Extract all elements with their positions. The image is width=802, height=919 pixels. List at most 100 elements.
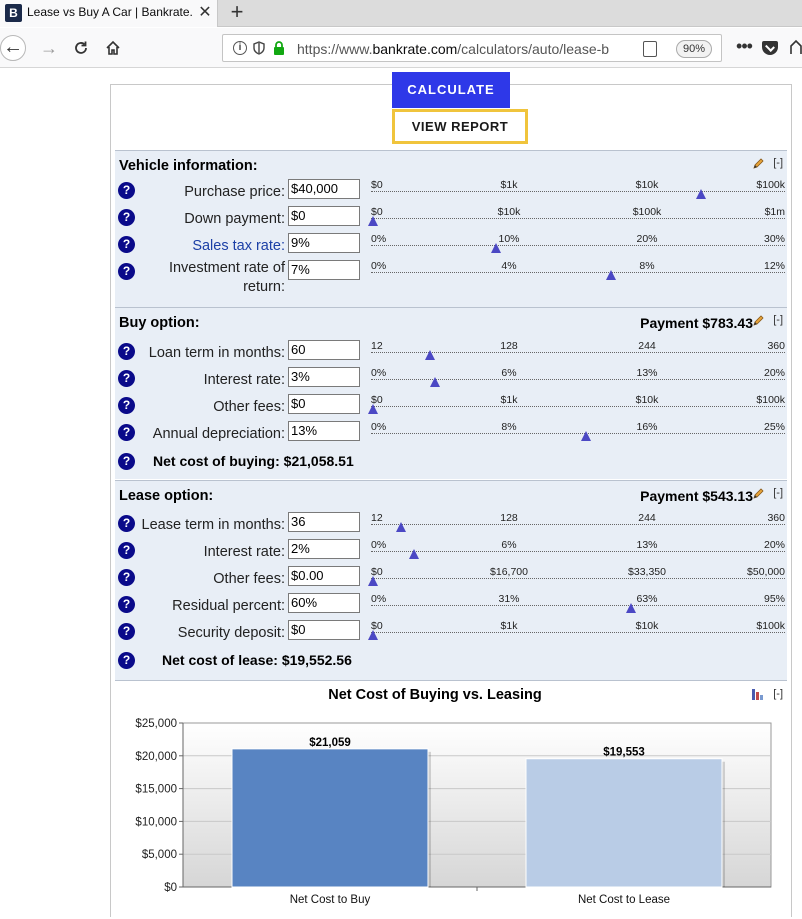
- slider-thumb[interactable]: [368, 404, 378, 414]
- range-slider[interactable]: $0 $1k $10k $100k: [371, 178, 785, 204]
- help-icon[interactable]: ?: [118, 569, 135, 586]
- help-icon[interactable]: ?: [118, 182, 135, 199]
- slider-thumb[interactable]: [429, 377, 440, 387]
- address-bar[interactable]: i https://www.bankrate.com/calculators/a…: [222, 34, 722, 62]
- range-slider[interactable]: $0 $16,700 $33,350 $50,000: [368, 565, 785, 591]
- slider-track[interactable]: [371, 433, 785, 434]
- range-slider[interactable]: $0 $1k $10k $100k: [368, 619, 785, 645]
- info-icon[interactable]: i: [233, 41, 247, 55]
- calculator-page: CALCULATE VIEW REPORT Vehicle informatio…: [110, 72, 792, 918]
- close-tab-icon[interactable]: ✕: [196, 2, 214, 24]
- slider-thumb[interactable]: [424, 350, 435, 360]
- help-icon[interactable]: ?: [118, 370, 135, 387]
- field-input[interactable]: 60: [288, 340, 360, 360]
- slider-thumb[interactable]: [605, 270, 616, 280]
- slider-track[interactable]: [371, 551, 785, 552]
- secure-lock-icon[interactable]: [273, 40, 285, 56]
- range-slider[interactable]: 0% 8% 16% 25%: [371, 420, 785, 446]
- field-label[interactable]: Sales tax rate:: [192, 238, 285, 254]
- field-input[interactable]: 13%: [288, 421, 360, 441]
- slider-track[interactable]: [371, 218, 785, 219]
- extensions-icon[interactable]: [788, 38, 802, 56]
- collapse-toggle[interactable]: [-]: [773, 688, 783, 700]
- range-slider[interactable]: 0% 31% 63% 95%: [371, 592, 785, 618]
- slider-track[interactable]: [371, 191, 785, 192]
- home-icon[interactable]: [100, 35, 126, 61]
- slider-thumb[interactable]: [491, 243, 501, 253]
- range-slider[interactable]: 0% 6% 13% 20%: [371, 366, 785, 392]
- pocket-icon[interactable]: [762, 41, 778, 55]
- reload-icon[interactable]: [68, 35, 94, 61]
- help-icon[interactable]: ?: [118, 343, 135, 360]
- slider-tick-label: 16%: [636, 421, 658, 433]
- field-input[interactable]: 60%: [288, 593, 360, 613]
- new-tab-icon[interactable]: +: [226, 0, 248, 25]
- calculate-button[interactable]: CALCULATE: [392, 72, 510, 108]
- field-input[interactable]: 9%: [288, 233, 360, 253]
- pencil-icon[interactable]: [752, 157, 765, 170]
- collapse-toggle[interactable]: [-]: [773, 157, 783, 169]
- pencil-icon[interactable]: [752, 314, 765, 327]
- field-input[interactable]: $0: [288, 394, 360, 414]
- help-icon[interactable]: ?: [118, 623, 135, 640]
- slider-track[interactable]: [371, 245, 785, 246]
- slider-tick-label: 6%: [501, 367, 517, 379]
- field-input[interactable]: 3%: [288, 367, 360, 387]
- pencil-icon[interactable]: [752, 487, 765, 500]
- help-icon[interactable]: ?: [118, 209, 135, 226]
- slider-tick-label: 244: [638, 340, 656, 352]
- back-arrow-icon[interactable]: ←: [0, 35, 26, 61]
- view-report-button[interactable]: VIEW REPORT: [392, 109, 528, 144]
- slider-track[interactable]: [371, 632, 785, 633]
- help-icon[interactable]: ?: [118, 263, 135, 280]
- field-input[interactable]: 2%: [288, 539, 360, 559]
- field-input[interactable]: $0: [288, 620, 360, 640]
- help-icon[interactable]: ?: [118, 397, 135, 414]
- field-input[interactable]: $0: [288, 206, 360, 226]
- help-icon[interactable]: ?: [118, 542, 135, 559]
- zoom-level-badge[interactable]: 90%: [676, 40, 712, 58]
- slider-thumb[interactable]: [396, 522, 407, 532]
- help-icon[interactable]: ?: [118, 453, 135, 470]
- range-slider[interactable]: 0% 4% 8% 12%: [371, 259, 785, 285]
- slider-tick-label: 63%: [636, 593, 658, 605]
- slider-track[interactable]: [371, 524, 785, 525]
- range-slider[interactable]: 0% 10% 20% 30%: [371, 232, 785, 258]
- range-slider[interactable]: 12 128 244 360: [371, 339, 785, 365]
- more-actions-icon[interactable]: •••: [734, 35, 754, 61]
- slider-track[interactable]: [371, 406, 785, 407]
- slider-track[interactable]: [371, 578, 785, 579]
- slider-thumb[interactable]: [626, 603, 637, 613]
- reader-view-icon[interactable]: [643, 41, 657, 57]
- forward-arrow-icon[interactable]: →: [36, 35, 62, 61]
- range-slider[interactable]: $0 $10k $100k $1m: [368, 205, 785, 231]
- slider-thumb[interactable]: [696, 189, 706, 199]
- slider-thumb[interactable]: [409, 549, 419, 559]
- slider-track[interactable]: [371, 272, 785, 273]
- slider-thumb[interactable]: [368, 576, 378, 586]
- field-input[interactable]: 36: [288, 512, 360, 532]
- browser-tab[interactable]: B Lease vs Buy A Car | Bankrate.com ✕: [0, 0, 218, 27]
- help-icon[interactable]: ?: [118, 515, 135, 532]
- url-text[interactable]: https://www.bankrate.com/calculators/aut…: [297, 41, 627, 57]
- field-input[interactable]: 7%: [288, 260, 360, 280]
- field-input[interactable]: $40,000: [288, 179, 360, 199]
- slider-thumb[interactable]: [368, 216, 378, 226]
- collapse-toggle[interactable]: [-]: [773, 314, 783, 326]
- help-icon[interactable]: ?: [118, 596, 135, 613]
- range-slider[interactable]: $0 $1k $10k $100k: [368, 393, 785, 419]
- slider-thumb[interactable]: [581, 431, 592, 441]
- slider-track[interactable]: [371, 605, 785, 606]
- slider-tick-label: 95%: [763, 593, 785, 605]
- help-icon[interactable]: ?: [118, 652, 135, 669]
- slider-thumb[interactable]: [368, 630, 378, 640]
- help-icon[interactable]: ?: [118, 424, 135, 441]
- range-slider[interactable]: 12 128 244 360: [371, 511, 785, 537]
- tracking-shield-icon[interactable]: [253, 41, 265, 55]
- field-input[interactable]: $0.00: [288, 566, 360, 586]
- range-slider[interactable]: 0% 6% 13% 20%: [371, 538, 785, 564]
- help-icon[interactable]: ?: [118, 236, 135, 253]
- collapse-toggle[interactable]: [-]: [773, 487, 783, 499]
- bar-chart-icon[interactable]: [751, 688, 765, 700]
- slider-tick-label: $100k: [756, 179, 785, 191]
